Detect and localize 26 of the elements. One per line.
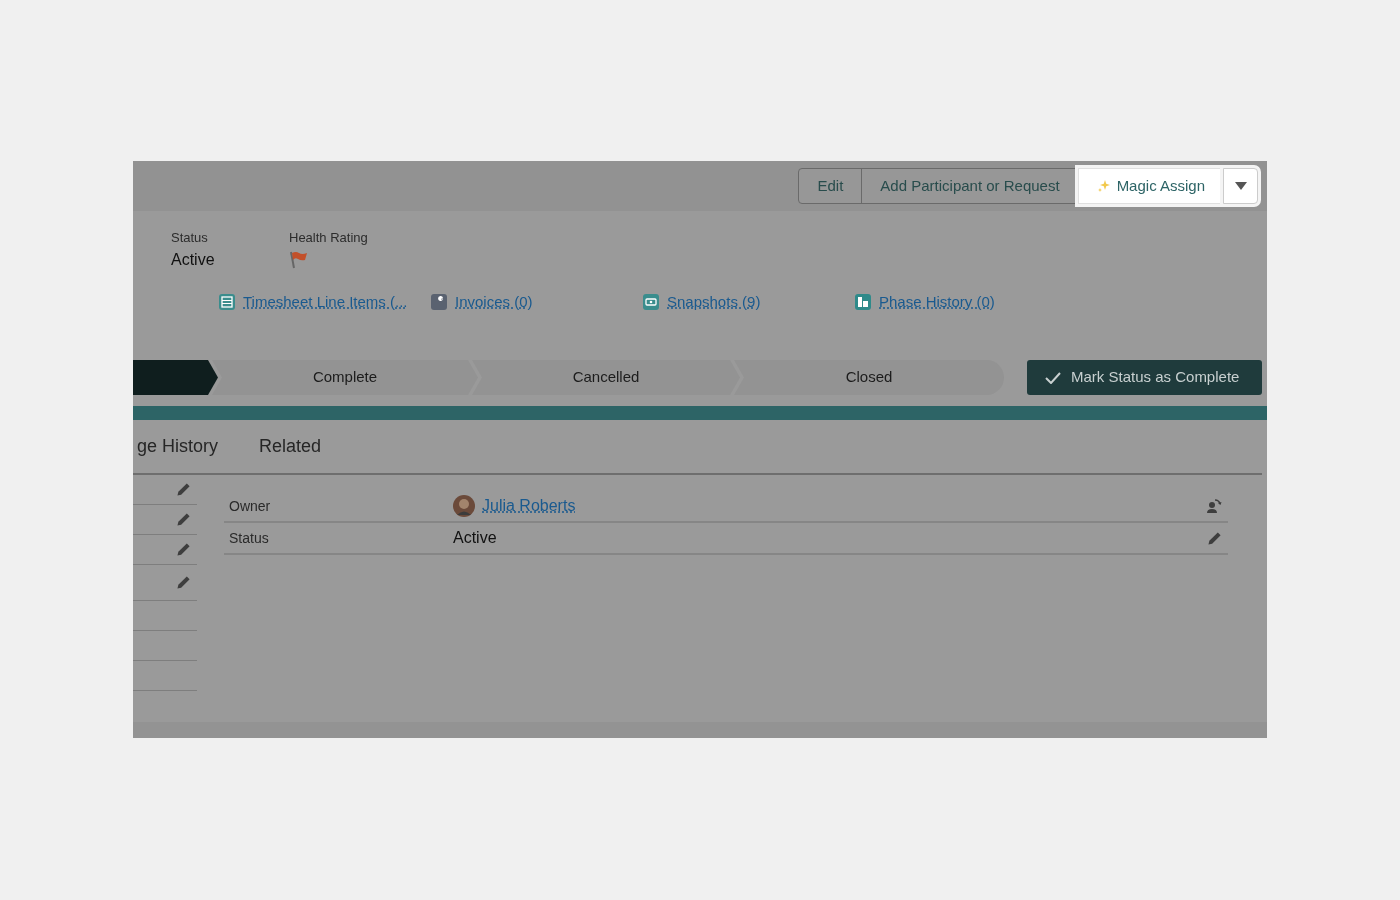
edit-icon[interactable] (176, 482, 191, 497)
toolbar-button[interactable]: Edit (798, 168, 863, 204)
field-value: Active (453, 528, 497, 548)
path-stage[interactable]: Cancelled (472, 360, 740, 395)
field-label: Status (171, 229, 209, 247)
field-label: Status (228, 528, 270, 548)
tab[interactable]: Related (259, 433, 322, 460)
sparkle-icon (1096, 179, 1111, 193)
avatar (453, 495, 475, 517)
tab[interactable]: ge History (137, 433, 219, 460)
change-owner-icon[interactable] (1206, 498, 1222, 514)
field-label: Health Rating (289, 229, 369, 247)
field-value: Active (171, 249, 216, 270)
path-stage[interactable] (133, 360, 218, 395)
edit-icon[interactable] (176, 512, 191, 527)
dropdown-button[interactable] (1223, 168, 1258, 204)
path-stage[interactable]: Closed (734, 360, 1004, 395)
mark-complete-button[interactable]: Mark Status as Complete (1027, 360, 1262, 395)
field-label: Owner (228, 496, 272, 516)
edit-icon[interactable] (176, 542, 191, 557)
edit-icon[interactable] (1207, 530, 1222, 546)
path-stage[interactable]: Complete (212, 360, 478, 395)
edit-icon[interactable] (176, 575, 191, 590)
caret-icon (1234, 182, 1247, 190)
flag-icon (289, 250, 309, 271)
checkmark-icon (1045, 371, 1061, 384)
